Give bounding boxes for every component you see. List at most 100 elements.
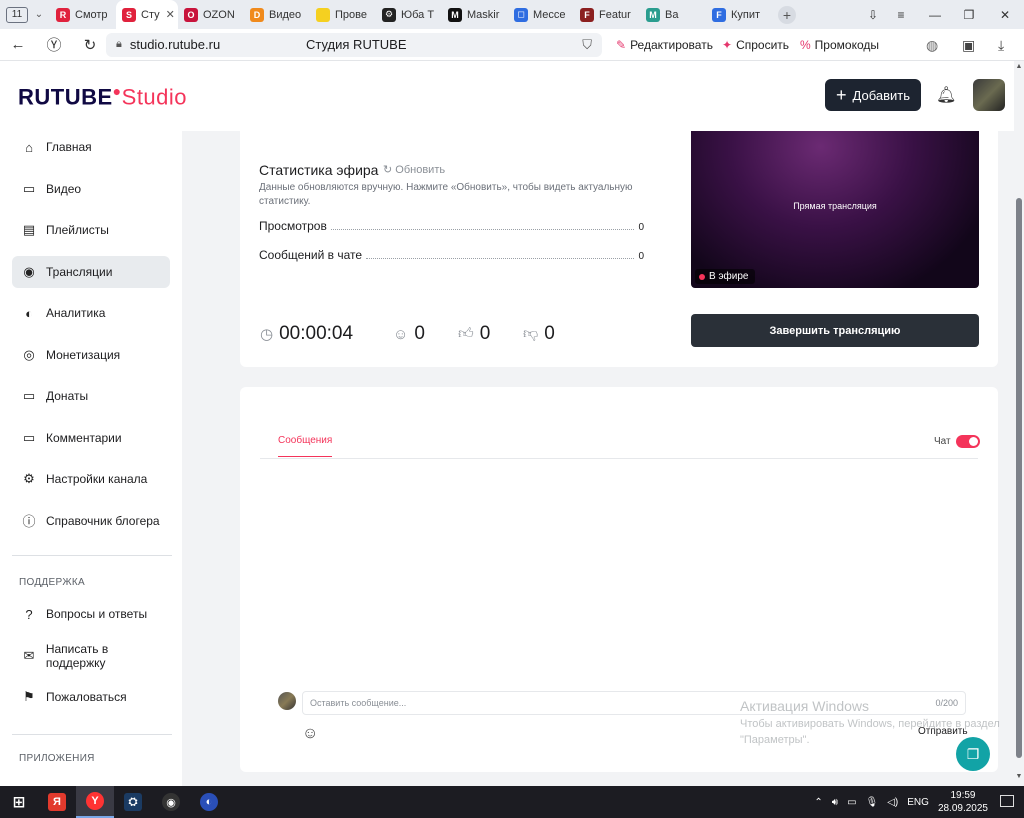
tab-messages[interactable]: Сообщения	[278, 435, 333, 457]
edit-extension-button[interactable]: ✎ Редактировать	[616, 29, 713, 61]
browser-tab[interactable]: M Ва	[640, 0, 706, 29]
apps-heading: ПРИЛОЖЕНИЯ	[19, 753, 95, 764]
sidebar-item[interactable]: ? Вопросы и ответы	[12, 598, 170, 630]
sidebar-item-label: Главная	[46, 140, 92, 154]
sidebar-item-label: Комментарии	[46, 430, 122, 445]
app-icon: ◐	[200, 793, 218, 811]
browser-tab[interactable]: F Featur	[574, 0, 640, 29]
ask-extension-button[interactable]: ✦ Спросить	[722, 29, 789, 61]
refresh-label: Обновить	[395, 164, 446, 176]
tab-label: Сту	[141, 8, 160, 21]
tab-label: Юба Т	[401, 8, 435, 21]
sidebar-item[interactable]: ▭ Комментарии	[12, 422, 170, 454]
back-icon[interactable]: ←	[0, 36, 36, 53]
sidebar-divider	[12, 734, 172, 735]
scroll-thumb[interactable]	[1016, 198, 1022, 758]
bell-icon[interactable]: 🔔︎	[936, 85, 956, 105]
promo-extension-button[interactable]: % Промокоды	[800, 29, 879, 61]
language-indicator[interactable]: ENG	[907, 797, 929, 808]
sidebar-item[interactable]: ◎ Монетизация	[12, 339, 170, 371]
close-icon[interactable]: ✕	[166, 8, 175, 21]
taskbar-obs[interactable]: ◉	[152, 786, 190, 818]
sidebar-item[interactable]: ◉ Трансляции	[12, 255, 170, 288]
stats-note: Данные обновляются вручную. Нажмите «Обн…	[259, 182, 633, 207]
notifications-icon[interactable]	[1000, 795, 1014, 807]
watermark-title: Активация Windows	[740, 698, 870, 714]
likes-value: 0	[479, 323, 491, 344]
sidebar-item[interactable]: ◐ Аналитика	[12, 297, 170, 329]
browser-tab[interactable]: R Смотр	[50, 0, 116, 29]
sidebar-item[interactable]: ⓘ Справочник блогера	[12, 505, 170, 537]
scroll-down-icon[interactable]: ▼	[1014, 773, 1024, 780]
browser-tab[interactable]: Прове	[310, 0, 376, 29]
page-title: Студия RUTUBE	[306, 37, 407, 52]
tab-label: Ва	[665, 8, 679, 21]
rutube-studio-logo[interactable]: RUTUBE●Studio	[18, 83, 187, 110]
yandex-icon[interactable]: Ⓨ	[36, 34, 72, 55]
browser-tab[interactable]: D Видео	[244, 0, 310, 29]
sidebar-item[interactable]: ▭ Донаты	[12, 380, 170, 412]
message-placeholder: Оставить сообщение...	[310, 698, 407, 708]
browser-tab[interactable]: ⚙ Юба Т	[376, 0, 442, 29]
reload-icon[interactable]: ↻	[72, 36, 108, 54]
maximize-button[interactable]: ❐	[952, 0, 986, 29]
windows-taskbar: ⊞ Я Y ⛭ ◉ ◐ ⌃ 🔊︎ ▭ 🎙︎ ◁) ENG 19:59 28.09…	[0, 786, 1024, 818]
taskbar-yandex[interactable]: Я	[38, 786, 76, 818]
add-button[interactable]: + Добавить	[825, 79, 921, 111]
help-chat-button[interactable]: ❐	[956, 737, 990, 771]
minimize-button[interactable]: —	[918, 0, 952, 29]
volume-icon[interactable]: ◁)	[887, 797, 898, 808]
browser-tab[interactable]: ◻ Мессе	[508, 0, 574, 29]
favicon-icon: O	[184, 7, 198, 22]
refresh-button[interactable]: ↻ Обновить	[383, 163, 445, 176]
sidebar-item[interactable]: ✉ Написать в поддержку	[12, 640, 170, 672]
chevron-down-icon[interactable]: ⌄	[28, 9, 50, 20]
thumbs-up-icon: 👍︎	[458, 325, 474, 342]
start-button[interactable]: ⊞	[0, 786, 38, 818]
taskbar-app5[interactable]: ◐	[190, 786, 228, 818]
clock[interactable]: 19:59 28.09.2025	[938, 789, 988, 815]
sidebar-item[interactable]: ▭ Видео	[12, 173, 170, 205]
tab-divider	[260, 458, 978, 459]
main-content: Статистика эфира ↻ Обновить Данные обнов…	[182, 131, 1014, 786]
mic-icon[interactable]: 🎙︎	[866, 797, 879, 808]
end-stream-button[interactable]: Завершить трансляцию	[691, 314, 979, 347]
dislikes-value: 0	[544, 323, 555, 344]
download-icon[interactable]: ⤓	[998, 29, 1004, 61]
browser-tab[interactable]: O OZON	[178, 0, 244, 29]
taskbar-browser[interactable]: Y	[76, 786, 114, 818]
browser-tab[interactable]: S Сту ✕	[116, 0, 178, 29]
viewers-metric: ☺ 0	[393, 323, 425, 345]
url-field[interactable]: 🔒︎ studio.rutube.ru Студия RUTUBE ⛉	[106, 32, 602, 57]
emoji-icon[interactable]: ☺	[302, 725, 318, 743]
video-icon: ▭	[22, 180, 36, 196]
tab-counter[interactable]: 11	[6, 6, 28, 23]
stream-preview[interactable]: Прямая трансляция В эфире	[691, 131, 979, 288]
sidebar-item[interactable]: ⚙ Настройки канала	[12, 463, 170, 495]
page-scrollbar[interactable]: ▲ ▼	[1014, 61, 1024, 786]
bookmark-icon[interactable]: ⛉	[582, 37, 592, 53]
speaker-icon[interactable]: 🔊︎	[832, 797, 838, 808]
taskbar-steam[interactable]: ⛭	[114, 786, 152, 818]
chevron-up-icon[interactable]: ⌃	[814, 797, 822, 808]
sidebar-item[interactable]: ▤ Плейлисты	[12, 214, 170, 246]
network-icon[interactable]: ▭	[847, 797, 856, 808]
sidebar-item-label: Видео	[46, 181, 82, 196]
sidebar-item[interactable]: ⚑ Пожаловаться	[12, 681, 170, 713]
menu-icon[interactable]: ≡	[884, 0, 918, 29]
globe-icon[interactable]: ◍	[926, 29, 938, 61]
tab-label: Прове	[335, 8, 367, 21]
sidebar-divider	[12, 555, 172, 556]
tab-label: Купит	[731, 8, 761, 21]
extensions-icon[interactable]: ▣	[962, 29, 975, 61]
sidebar-item-label: Трансляции	[46, 264, 113, 279]
close-window-button[interactable]: ✕	[988, 0, 1022, 29]
scroll-up-icon[interactable]: ▲	[1014, 63, 1024, 70]
new-tab-button[interactable]: +	[778, 5, 796, 24]
avatar[interactable]	[973, 79, 1005, 111]
sidebar-item[interactable]: ⌂ Главная	[12, 131, 170, 163]
browser-tab[interactable]: F Купит	[706, 0, 772, 29]
chat-toggle[interactable]	[956, 435, 980, 448]
browser-tab[interactable]: M Maskir	[442, 0, 508, 29]
sidebar-item-label: Аналитика	[46, 306, 106, 320]
